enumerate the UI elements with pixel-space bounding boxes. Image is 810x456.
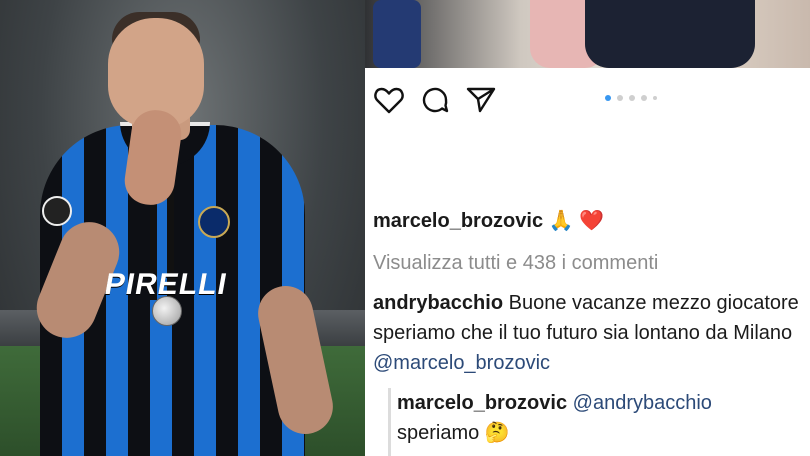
reply-username[interactable]: marcelo_brozovic — [397, 392, 567, 414]
club-crest-icon — [198, 206, 230, 238]
comment-username[interactable]: andrybacchio — [373, 292, 503, 314]
carousel-dot — [629, 95, 635, 101]
jersey-sponsor: PIRELLI — [102, 268, 231, 301]
caption-emojis: 🙏 ❤️ — [548, 210, 605, 232]
post-image[interactable] — [365, 0, 810, 68]
carousel-dot — [605, 95, 611, 101]
reply-emoji: 🤔 — [484, 422, 510, 444]
reply-mention[interactable]: @andrybacchio — [573, 392, 712, 414]
carousel-indicator — [605, 95, 657, 101]
heart-icon[interactable] — [373, 84, 405, 116]
comment-icon[interactable] — [419, 84, 451, 116]
carousel-dot — [653, 96, 657, 100]
carousel-dot — [617, 95, 623, 101]
send-icon[interactable] — [465, 84, 497, 116]
post-owner-username[interactable]: marcelo_brozovic — [373, 210, 543, 232]
comment-mention[interactable]: @marcelo_brozovic — [373, 352, 550, 374]
post-actions — [373, 84, 497, 116]
reply-thread-line — [388, 388, 391, 456]
backpack — [373, 0, 421, 68]
caption-line: marcelo_brozovic 🙏 ❤️ — [373, 206, 804, 236]
comment: andrybacchio Buone vacanze mezzo giocato… — [373, 288, 804, 378]
reply: marcelo_brozovic @andrybacchio speriamo … — [397, 388, 804, 448]
screenshot-root: PIRELLI marcelo_brozovic 🙏 ❤️ Visualizza… — [0, 0, 810, 456]
carousel-dot — [641, 95, 647, 101]
reply-text: speriamo — [397, 422, 480, 444]
view-all-comments-link[interactable]: Visualizza tutti e 438 i commenti — [373, 248, 804, 278]
competition-badge-icon — [42, 196, 72, 226]
adult-coat — [585, 0, 755, 68]
instagram-post: marcelo_brozovic 🙏 ❤️ Visualizza tutti e… — [365, 0, 810, 456]
player-photo: PIRELLI — [0, 0, 365, 456]
